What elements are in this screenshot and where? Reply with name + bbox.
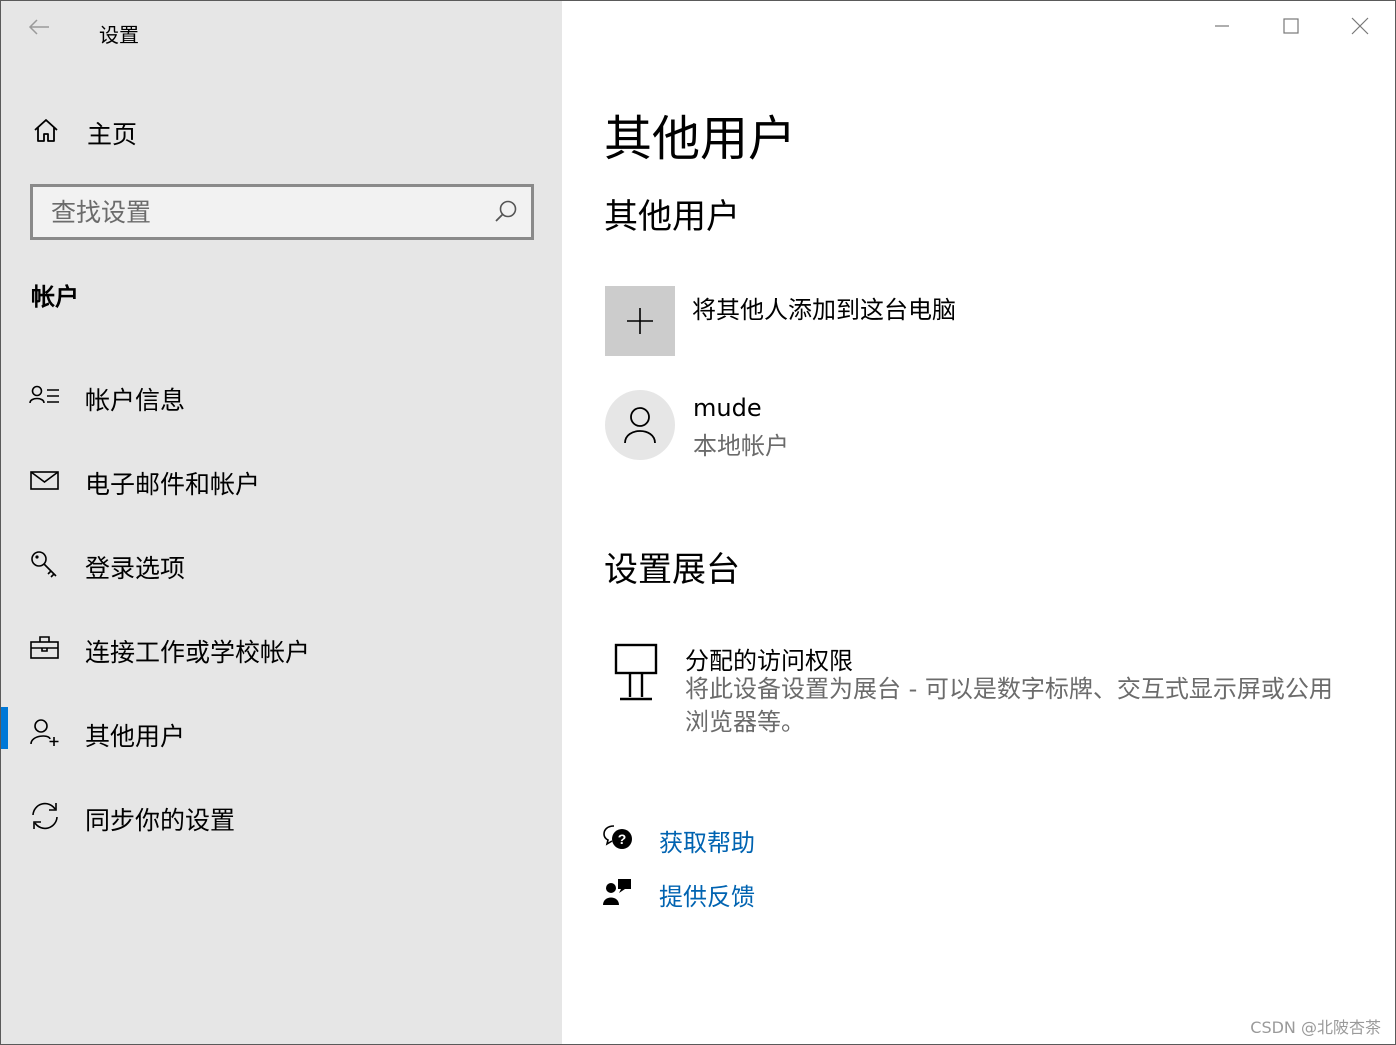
plus-icon: [627, 308, 653, 334]
help-chat-icon: ?: [603, 825, 632, 849]
sidebar-item-other-users[interactable]: 其他用户: [1, 697, 562, 767]
search-input[interactable]: [33, 187, 473, 237]
sidebar-item-label: 登录选项: [85, 554, 186, 583]
sidebar-item-home-label: 主页: [87, 120, 138, 149]
sidebar-item-account-info[interactable]: 帐户信息: [1, 361, 562, 431]
key-icon: [31, 551, 57, 578]
get-help-label: 获取帮助: [659, 829, 755, 857]
assigned-access-description: 将此设备设置为展台 - 可以是数字标牌、交互式显示屏或公用浏览器等。: [685, 675, 1333, 736]
mail-icon: [30, 471, 59, 490]
sidebar: 设置 主页 帐户 帐户信息: [1, 1, 562, 1044]
active-indicator: [1, 707, 8, 749]
sidebar-item-label: 电子邮件和帐户: [85, 470, 261, 499]
user-icon: [624, 407, 656, 444]
sidebar-item-home[interactable]: 主页: [1, 101, 562, 161]
back-arrow-icon: [28, 19, 49, 35]
add-user-label[interactable]: 将其他人添加到这台电脑: [692, 290, 956, 325]
svg-text:?: ?: [618, 831, 627, 847]
add-person-icon: [30, 719, 59, 746]
user-name[interactable]: mude: [693, 394, 762, 422]
sidebar-item-label: 其他用户: [85, 722, 186, 751]
assigned-access-link[interactable]: 分配的访问权限: [685, 641, 853, 676]
main-content: 其他用户 其他用户 将其他人添加到这台电脑 mude 本地帐户 设置展台 分配的…: [562, 1, 1395, 1044]
sidebar-item-label: 同步你的设置: [85, 806, 236, 835]
other-users-heading: 其他用户: [604, 197, 740, 237]
user-type: 本地帐户: [693, 432, 789, 460]
kiosk-icon: [614, 643, 658, 701]
sidebar-item-sync[interactable]: 同步你的设置: [1, 781, 562, 851]
watermark: CSDN @北陂杏茶: [1250, 1018, 1381, 1037]
sidebar-item-sign-in-options[interactable]: 登录选项: [1, 529, 562, 599]
sync-icon: [32, 802, 58, 830]
sidebar-item-label: 帐户信息: [85, 386, 186, 415]
back-button[interactable]: [19, 9, 59, 45]
account-info-icon: [29, 385, 59, 404]
kiosk-heading: 设置展台: [604, 550, 740, 590]
home-icon: [34, 119, 58, 142]
settings-window: 设置 主页 帐户 帐户信息: [0, 0, 1396, 1045]
avatar[interactable]: [605, 390, 675, 460]
page-title: 其他用户: [604, 111, 797, 167]
sidebar-item-label: 连接工作或学校帐户: [85, 638, 311, 667]
briefcase-icon: [30, 636, 59, 659]
search-box: [30, 184, 534, 240]
sidebar-item-work-school[interactable]: 连接工作或学校帐户: [1, 613, 562, 683]
section-title: 帐户: [31, 283, 79, 311]
search-icon[interactable]: [493, 199, 519, 225]
app-title: 设置: [99, 23, 139, 47]
add-user-button[interactable]: [605, 286, 675, 356]
feedback-label: 提供反馈: [659, 883, 755, 911]
sidebar-item-email[interactable]: 电子邮件和帐户: [1, 445, 562, 515]
feedback-icon: [603, 879, 631, 905]
